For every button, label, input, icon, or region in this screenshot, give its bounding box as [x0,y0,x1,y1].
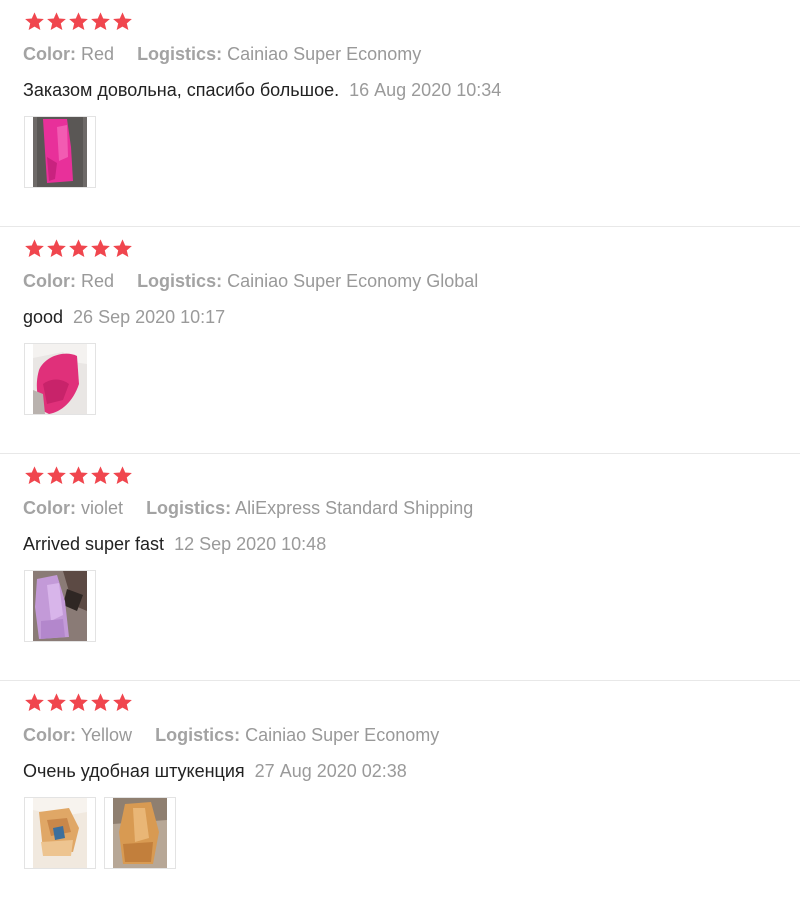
star-icon [113,239,132,257]
photo-violet-item [33,571,87,641]
review-body: Arrived super fast 12 Sep 2020 10:48 [23,534,326,555]
review-item: Color: Red Logistics: Cainiao Super Econ… [0,227,800,454]
color-value: violet [81,498,124,518]
star-icon [113,693,132,711]
review-meta: Color: Red Logistics: Cainiao Super Econ… [23,44,421,65]
color-value: Red [81,44,115,64]
photo-pink-item [33,117,87,187]
review-date: 26 Sep 2020 10:17 [73,307,226,327]
star-icon [69,693,88,711]
review-body: Очень удобная штукенция 27 Aug 2020 02:38 [23,761,407,782]
star-icon [25,239,44,257]
review-photos [24,343,96,415]
star-icon [91,693,110,711]
review-date: 16 Aug 2020 10:34 [349,80,502,100]
star-rating [24,11,133,32]
color-label: Color: [23,725,76,745]
star-icon [25,693,44,711]
review-photos [24,797,176,869]
review-date: 27 Aug 2020 02:38 [254,761,407,781]
review-meta: Color: Red Logistics: Cainiao Super Econ… [23,271,478,292]
star-rating [24,465,133,486]
review-item: Color: Yellow Logistics: Cainiao Super E… [0,681,800,908]
star-icon [69,12,88,30]
review-text: good [23,307,64,327]
review-photo-thumbnail[interactable] [24,116,96,188]
color-value: Yellow [80,725,133,745]
color-label: Color: [23,44,76,64]
review-list: Color: Red Logistics: Cainiao Super Econ… [0,0,800,908]
review-body: good 26 Sep 2020 10:17 [23,307,225,328]
star-icon [69,466,88,484]
review-photo-thumbnail[interactable] [24,797,96,869]
star-rating [24,238,133,259]
review-text: Заказом довольна, спасибо большое. [23,80,340,100]
star-icon [113,466,132,484]
star-icon [91,466,110,484]
review-photos [24,570,96,642]
review-text: Очень удобная штукенция [23,761,245,781]
logistics-value: Cainiao Super Economy [227,44,422,64]
star-icon [25,12,44,30]
logistics-label: Logistics: [137,271,223,291]
review-photo-thumbnail[interactable] [24,343,96,415]
review-item: Color: violet Logistics: AliExpress Stan… [0,454,800,681]
photo-yellow-item [113,798,167,868]
star-icon [69,239,88,257]
photo-pink-item [33,344,87,414]
review-item: Color: Red Logistics: Cainiao Super Econ… [0,0,800,227]
review-photo-thumbnail[interactable] [24,570,96,642]
review-text: Arrived super fast [23,534,165,554]
star-icon [91,239,110,257]
star-rating [24,692,133,713]
star-icon [47,239,66,257]
logistics-value: AliExpress Standard Shipping [235,498,474,518]
logistics-label: Logistics: [137,44,223,64]
star-icon [113,12,132,30]
star-icon [47,693,66,711]
review-meta: Color: Yellow Logistics: Cainiao Super E… [23,725,439,746]
review-photos [24,116,96,188]
color-value: Red [81,271,115,291]
review-body: Заказом довольна, спасибо большое. 16 Aug… [23,80,501,101]
logistics-value: Cainiao Super Economy [245,725,440,745]
star-icon [47,12,66,30]
review-date: 12 Sep 2020 10:48 [174,534,327,554]
color-label: Color: [23,498,76,518]
review-meta: Color: violet Logistics: AliExpress Stan… [23,498,473,519]
logistics-value: Cainiao Super Economy Global [227,271,479,291]
star-icon [91,12,110,30]
logistics-label: Logistics: [155,725,241,745]
review-photo-thumbnail[interactable] [104,797,176,869]
star-icon [47,466,66,484]
star-icon [25,466,44,484]
color-label: Color: [23,271,76,291]
logistics-label: Logistics: [146,498,232,518]
photo-yellow-item [33,798,87,868]
